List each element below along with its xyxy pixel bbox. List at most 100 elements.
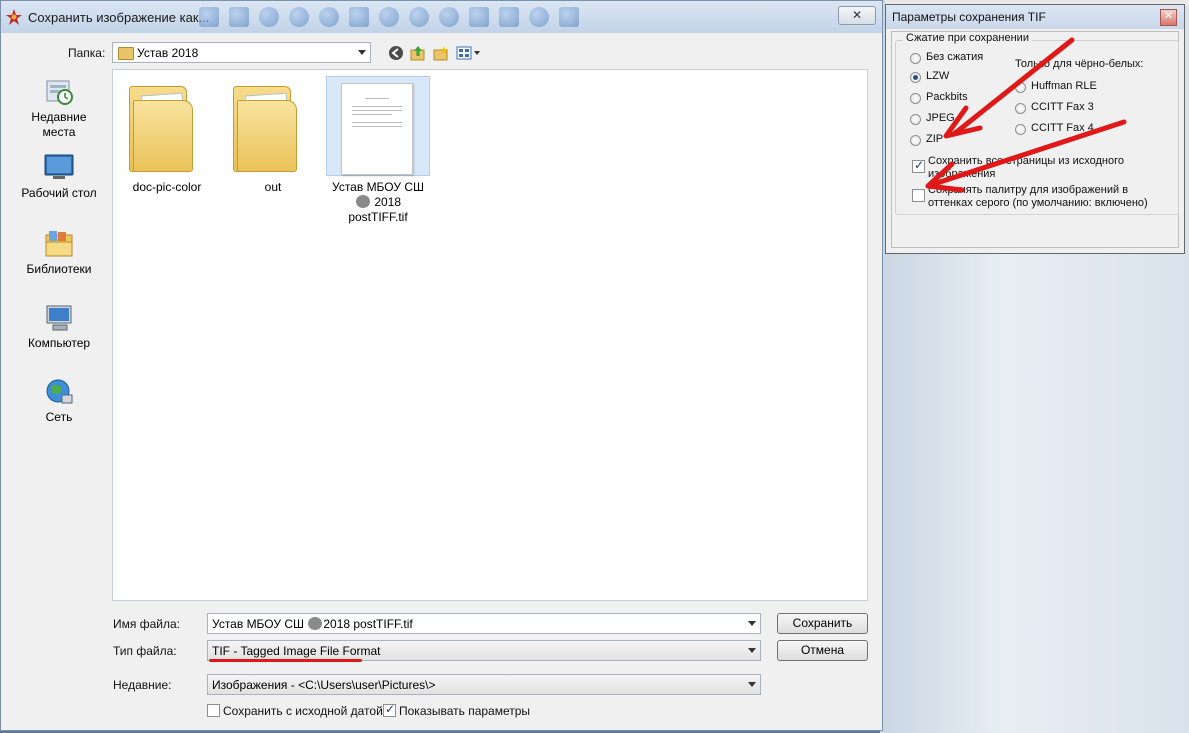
keep-date-checkbox[interactable] (207, 704, 220, 717)
folder-combobox[interactable]: Устав 2018 (112, 42, 371, 63)
radio-packbits[interactable] (910, 93, 921, 104)
tif-dialog-title: Параметры сохранения TIF (892, 10, 1046, 24)
save-dialog-titlebar[interactable]: Сохранить изображение как... ✕ (1, 1, 882, 33)
folder-label: Папка: (68, 46, 106, 60)
compression-group-title: Сжатие при сохранении (903, 32, 1032, 44)
app-logo-icon (6, 9, 22, 25)
filetype-label: Тип файла: (113, 644, 177, 658)
list-item-folder[interactable]: out (221, 76, 325, 195)
place-label: Рабочий стол (21, 186, 97, 200)
filename-part: 2018 postTIFF.tif (323, 617, 413, 631)
new-folder-icon[interactable] (432, 45, 450, 61)
back-arrow-icon[interactable] (387, 45, 405, 61)
toolbar-ghost-icon (379, 7, 399, 27)
dialog-title: Сохранить изображение как... (28, 10, 210, 25)
folder-icon (129, 86, 193, 172)
place-network[interactable]: Сеть (7, 377, 111, 425)
filename-input[interactable]: Устав МБОУ СШ 2018 postTIFF.tif (207, 613, 761, 634)
computer-icon (43, 303, 75, 333)
radio-zip[interactable] (910, 135, 921, 146)
file-list[interactable]: doc-pic-color out Устав МБОУ СШ 2018 pos… (112, 69, 868, 601)
filetype-select[interactable]: TIF - Tagged Image File Format (207, 640, 761, 661)
radio-label: Без сжатия (926, 51, 984, 63)
radio-label: ZIP (926, 133, 944, 145)
place-recent[interactable]: Недавние места (7, 77, 111, 140)
tif-dialog-titlebar[interactable]: Параметры сохранения TIF ✕ (886, 5, 1184, 29)
save-all-pages-checkbox[interactable] (912, 158, 925, 173)
file-name-part: Устав МБОУ СШ (332, 180, 424, 194)
folder-icon (233, 86, 297, 172)
places-bar: Недавние места Рабочий стол Библиотеки К… (7, 69, 111, 629)
show-params-checkbox[interactable] (383, 702, 396, 717)
folder-value: Устав 2018 (137, 46, 199, 60)
toolbar-ghost-icon (229, 7, 249, 27)
toolbar-ghost-icon (349, 7, 369, 27)
save-image-dialog: Сохранить изображение как... ✕ Папка: Ус… (0, 0, 883, 731)
radio-lzw[interactable] (910, 72, 921, 83)
radio-label: CCITT Fax 3 (1031, 101, 1094, 113)
file-name: out (264, 180, 282, 194)
keep-date-label: Сохранить с исходной датой (223, 704, 383, 718)
toolbar-ghost-icon (289, 7, 309, 27)
toolbar-ghost-icon (199, 7, 219, 27)
label-line: Сохранить все страницы из исходного (928, 155, 1125, 167)
document-thumbnail-icon (341, 83, 413, 175)
radio-no-compression[interactable] (910, 53, 921, 64)
recent-label: Недавние: (113, 678, 172, 692)
radio-jpeg[interactable] (910, 114, 921, 125)
save-button[interactable]: Сохранить (777, 613, 868, 634)
radio-label: Packbits (926, 91, 968, 103)
radio-huffman-rle[interactable] (1015, 82, 1026, 93)
toolbar-ghost-icon (559, 7, 579, 27)
redaction-mark (355, 195, 370, 208)
close-button[interactable]: ✕ (838, 6, 876, 25)
filename-part: Устав МБОУ СШ (212, 617, 304, 631)
close-icon: ✕ (1163, 10, 1174, 22)
label-line: изображения (928, 168, 996, 180)
save-all-pages-label: Сохранить все страницы из исходного изобр… (928, 155, 1124, 181)
radio-label: LZW (926, 70, 950, 82)
view-menu-icon[interactable] (456, 45, 482, 61)
redaction-mark (308, 617, 323, 630)
background-toolbar (199, 7, 579, 27)
place-computer[interactable]: Компьютер (7, 303, 111, 351)
up-folder-icon[interactable] (409, 45, 427, 61)
close-icon: ✕ (851, 8, 863, 22)
bw-only-label: Только для чёрно-белых: (1015, 58, 1144, 70)
radio-label: Huffman RLE (1031, 80, 1097, 92)
network-icon (43, 377, 75, 407)
grayscale-palette-label: Сохранять палитру для изображений в оттен… (928, 184, 1148, 210)
radio-ccitt-fax4[interactable] (1015, 124, 1026, 135)
radio-label: JPEG (926, 112, 955, 124)
list-item-document[interactable]: Устав МБОУ СШ 2018 postTIFF.tif (326, 76, 430, 225)
desktop-icon (43, 153, 75, 183)
place-desktop[interactable]: Рабочий стол (7, 153, 111, 201)
chevron-down-icon (748, 648, 756, 653)
list-item-folder[interactable]: doc-pic-color (115, 76, 219, 195)
toolbar-ghost-icon (259, 7, 279, 27)
filename-label: Имя файла: (113, 617, 180, 631)
file-name: doc-pic-color (132, 180, 202, 194)
toolbar-ghost-icon (469, 7, 489, 27)
toolbar-ghost-icon (529, 7, 549, 27)
radio-ccitt-fax3[interactable] (1015, 103, 1026, 114)
filetype-value: TIF - Tagged Image File Format (212, 644, 381, 658)
cancel-button[interactable]: Отмена (777, 640, 868, 661)
recent-places-icon (43, 77, 75, 107)
place-libraries[interactable]: Библиотеки (7, 229, 111, 277)
grayscale-palette-checkbox[interactable] (912, 189, 925, 202)
libraries-icon (43, 229, 75, 259)
chevron-down-icon (748, 682, 756, 687)
toolbar-ghost-icon (409, 7, 429, 27)
radio-label: CCITT Fax 4 (1031, 122, 1094, 134)
toolbar-ghost-icon (439, 7, 459, 27)
red-annotation-underline (209, 659, 362, 662)
tif-close-button[interactable]: ✕ (1160, 9, 1177, 26)
recent-select[interactable]: Изображения - <C:\Users\user\Pictures\> (207, 674, 761, 695)
place-label: Недавние места (31, 110, 87, 139)
chevron-down-icon (748, 621, 756, 626)
place-label: Библиотеки (26, 262, 92, 276)
recent-value: Изображения - <C:\Users\user\Pictures\> (212, 678, 436, 692)
show-params-label: Показывать параметры (399, 704, 531, 718)
toolbar-ghost-icon (499, 7, 519, 27)
